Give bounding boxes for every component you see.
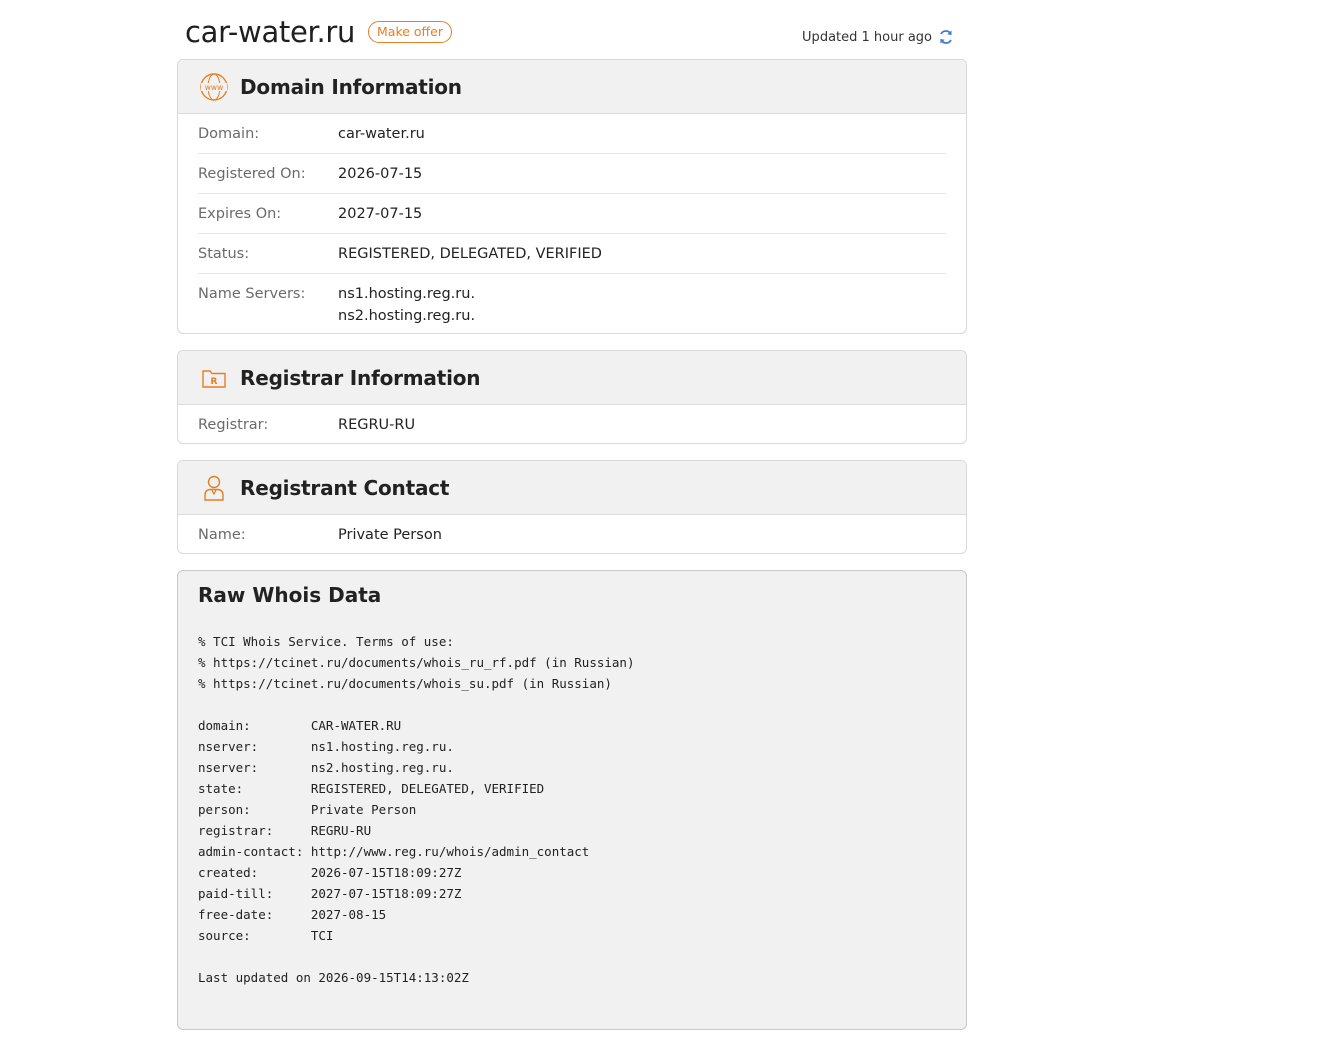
person-icon — [198, 472, 230, 504]
registrar-information-body: Registrar: REGRU-RU — [178, 405, 966, 443]
registrar-row: Registrar: REGRU-RU — [198, 405, 946, 443]
domain-information-body: Domain: car-water.ru Registered On: 2026… — [178, 114, 966, 333]
domain-label: Domain: — [198, 126, 260, 142]
registered-on-label: Registered On: — [198, 166, 306, 182]
name-servers-value: ns1.hosting.reg.ru. ns2.hosting.reg.ru. — [338, 283, 475, 327]
make-offer-button[interactable]: Make offer — [368, 21, 452, 43]
registrant-name-label: Name: — [198, 527, 246, 543]
registrar-folder-icon: R — [198, 362, 230, 394]
svg-text:R: R — [211, 377, 218, 387]
name-servers-row: Name Servers: ns1.hosting.reg.ru. ns2.ho… — [198, 274, 946, 333]
registrar-value: REGRU-RU — [338, 417, 416, 433]
updated-status: Updated 1 hour ago — [802, 28, 955, 46]
domain-information-title: Domain Information — [240, 74, 462, 99]
registrant-contact-title: Registrant Contact — [240, 475, 450, 500]
raw-whois-card: Raw Whois Data % TCI Whois Service. Term… — [177, 570, 967, 1030]
registrant-name-value: Private Person — [338, 527, 442, 543]
page-title: car-water.ru — [185, 15, 356, 49]
registrar-information-header: R Registrar Information — [178, 351, 966, 405]
expires-on-value: 2027-07-15 — [338, 206, 423, 222]
registered-on-value: 2026-07-15 — [338, 166, 423, 182]
domain-information-card: www Domain Information Domain: car-water… — [177, 59, 967, 334]
name-servers-label: Name Servers: — [198, 286, 306, 302]
name-server-2: ns2.hosting.reg.ru. — [338, 308, 476, 324]
expires-on-label: Expires On: — [198, 206, 282, 222]
registrar-information-title: Registrar Information — [240, 365, 481, 390]
registrant-contact-body: Name: Private Person — [178, 515, 966, 553]
status-row: Status: REGISTERED, DELEGATED, VERIFIED — [198, 234, 946, 274]
refresh-icon[interactable] — [937, 28, 955, 46]
raw-whois-text: % TCI Whois Service. Terms of use: % htt… — [198, 634, 635, 985]
www-globe-icon: www — [198, 71, 230, 103]
domain-information-header: www Domain Information — [178, 60, 966, 114]
updated-text: Updated 1 hour ago — [802, 29, 932, 45]
domain-value: car-water.ru — [338, 126, 425, 142]
registrant-name-row: Name: Private Person — [198, 515, 946, 553]
domain-row: Domain: car-water.ru — [198, 114, 946, 154]
registrar-information-card: R Registrar Information Registrar: REGRU… — [177, 350, 967, 444]
registered-on-row: Registered On: 2026-07-15 — [198, 154, 946, 194]
status-label: Status: — [198, 246, 250, 262]
page-header: car-water.ru Make offer Updated 1 hour a… — [185, 12, 965, 52]
expires-on-row: Expires On: 2027-07-15 — [198, 194, 946, 234]
status-value: REGISTERED, DELEGATED, VERIFIED — [338, 246, 602, 262]
registrar-label: Registrar: — [198, 417, 269, 433]
name-server-1: ns1.hosting.reg.ru. — [338, 286, 476, 302]
raw-whois-title: Raw Whois Data — [198, 583, 382, 607]
registrant-contact-header: Registrant Contact — [178, 461, 966, 515]
svg-text:www: www — [205, 82, 223, 91]
registrant-contact-card: Registrant Contact Name: Private Person — [177, 460, 967, 554]
